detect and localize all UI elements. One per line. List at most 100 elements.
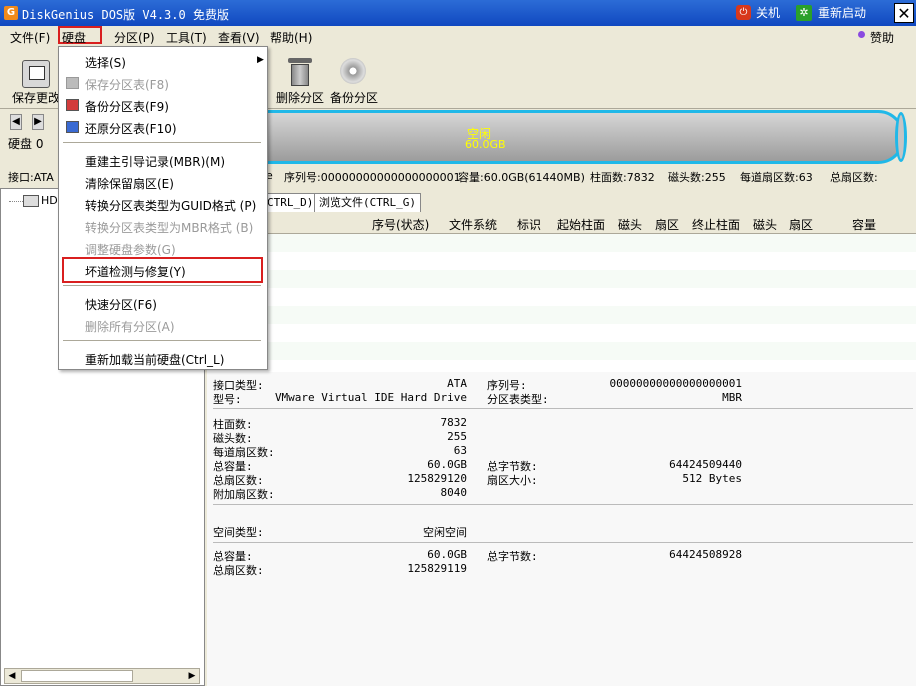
disk-dropdown-menu: 选择(S) ▶ 保存分区表(F8) 备份分区表(F9) 还原分区表(F10) 重… (58, 46, 268, 370)
menu-item-quick-partition[interactable]: 快速分区(F6) (85, 296, 157, 313)
menu-bar: 文件(F) 分区(P) 工具(T) 查看(V) 帮助(H) 赞助 (0, 26, 916, 46)
col-start-cyl[interactable]: 起始柱面 (557, 216, 605, 233)
detail-value: 125829119 (407, 562, 467, 575)
detail-value: 64424508928 (669, 548, 742, 561)
next-disk-icon[interactable]: ▶ (32, 114, 44, 130)
menu-view[interactable]: 查看(V) (218, 29, 260, 46)
save-table-icon (66, 77, 79, 89)
col-index[interactable]: 序号(状态) (372, 216, 429, 233)
donate-icon (858, 31, 865, 38)
disk-map[interactable]: 空闲 60.0GB (265, 110, 910, 166)
divider (213, 408, 913, 409)
menu-tools[interactable]: 工具(T) (166, 29, 207, 46)
detail-value: 60.0GB (427, 548, 467, 561)
table-row (207, 306, 916, 324)
detail-label: 型号: (213, 393, 242, 406)
submenu-arrow-icon: ▶ (257, 55, 264, 65)
restart-icon[interactable]: ✲ (796, 5, 812, 21)
free-space-block[interactable] (265, 110, 905, 164)
col-end-cyl[interactable]: 终止柱面 (692, 216, 740, 233)
col-end-head[interactable]: 磁头 (753, 216, 777, 233)
highlight-box (62, 257, 263, 283)
detail-label: 扇区大小: (487, 474, 538, 487)
save-changes-button[interactable]: 保存更改 (12, 89, 60, 106)
detail-value: 7832 (440, 416, 468, 429)
close-button[interactable]: ✕ (894, 3, 914, 23)
app-logo-icon: G (4, 6, 18, 20)
divider (213, 504, 913, 505)
title-bar: G DiskGenius DOS版 V4.3.0 免费版 ⏻ 关机 ✲ 重新启动… (0, 0, 916, 26)
menu-separator (63, 285, 261, 286)
menu-item-reload-disk[interactable]: 重新加载当前硬盘(Ctrl_L) (85, 351, 224, 368)
menu-item-select[interactable]: 选择(S) (85, 54, 126, 71)
detail-value: 255 (447, 430, 467, 443)
cylinders-info: 柱面数:7832 (590, 171, 655, 184)
disc-backup-icon (340, 58, 366, 84)
heads-info: 磁头数:255 (668, 171, 726, 184)
detail-value: 125829120 (407, 472, 467, 485)
col-end-sector[interactable]: 扇区 (789, 216, 813, 233)
detail-label: 总扇区数: (213, 564, 264, 577)
detail-value: VMware Virtual IDE Hard Drive (274, 391, 467, 404)
detail-label: 附加扇区数: (213, 488, 275, 501)
table-row (207, 342, 916, 360)
detail-value: 64424509440 (669, 458, 742, 471)
delete-partition-button[interactable]: 删除分区 (276, 89, 324, 106)
detail-value: 60.0GB (427, 458, 467, 471)
scroll-right-icon[interactable]: ▶ (185, 669, 199, 683)
tab-browse-files[interactable]: 浏览文件(CTRL_G) (314, 193, 421, 212)
menu-item-adjust-params: 调整硬盘参数(G) (85, 243, 176, 257)
detail-label: 空间类型: (213, 526, 264, 539)
detail-label: 总字节数: (487, 550, 538, 563)
detail-value: 00000000000000000001 (609, 377, 742, 390)
detail-value: 空闲空间 (423, 526, 467, 539)
scroll-thumb[interactable] (21, 670, 133, 682)
scroll-left-icon[interactable]: ◀ (5, 669, 19, 683)
disk-cylinder-end (895, 112, 907, 162)
detail-value: 8040 (440, 486, 468, 499)
backup-partition-button[interactable]: 备份分区 (330, 89, 378, 106)
spt-info: 每道扇区数:63 (740, 171, 813, 184)
total-sectors-info: 总扇区数: (830, 171, 878, 184)
menu-item-restore-ptable[interactable]: 还原分区表(F10) (85, 120, 177, 137)
prev-disk-icon[interactable]: ◀ (10, 114, 22, 130)
detail-value: 63 (453, 444, 467, 457)
backup-table-icon (66, 99, 79, 111)
tab-partition-params[interactable]: CTRL_D) (262, 193, 319, 212)
menu-item-delete-all: 删除所有分区(A) (85, 320, 175, 334)
capacity-info: 容量:60.0GB(61440MB) (458, 171, 585, 184)
menu-donate[interactable]: 赞助 (870, 29, 894, 46)
menu-separator (63, 142, 261, 143)
detail-label: 分区表类型: (487, 393, 549, 406)
detail-value: MBR (722, 391, 742, 404)
restore-table-icon (66, 121, 79, 133)
tree-line (9, 201, 23, 203)
interface-label: 接口:ATA (8, 171, 54, 184)
horizontal-scrollbar[interactable]: ◀ ▶ (4, 668, 200, 684)
menu-file[interactable]: 文件(F) (10, 29, 50, 46)
menu-help[interactable]: 帮助(H) (270, 29, 312, 46)
col-capacity[interactable]: 容量 (852, 216, 876, 233)
menu-item-rebuild-mbr[interactable]: 重建主引导记录(MBR)(M) (85, 153, 225, 170)
menu-item-clear-reserved[interactable]: 清除保留扇区(E) (85, 175, 174, 192)
window-title: DiskGenius DOS版 V4.3.0 免费版 (22, 8, 229, 22)
table-row (207, 234, 916, 252)
power-icon[interactable]: ⏻ (736, 5, 751, 20)
menu-partition[interactable]: 分区(P) (114, 29, 155, 46)
menu-disk[interactable]: 硬盘(D) (58, 26, 102, 60)
trash-icon (288, 58, 312, 86)
restart-button[interactable]: 重新启动 (818, 4, 866, 21)
menu-item-backup-ptable[interactable]: 备份分区表(F9) (85, 98, 169, 115)
menu-item-convert-guid[interactable]: 转换分区表类型为GUID格式 (P) (85, 197, 256, 214)
col-start-sector[interactable]: 扇区 (655, 216, 679, 233)
divider (213, 542, 913, 543)
col-start-head[interactable]: 磁头 (618, 216, 642, 233)
shutdown-button[interactable]: 关机 (756, 4, 780, 21)
col-filesystem[interactable]: 文件系统 (449, 216, 497, 233)
detail-value: 512 Bytes (682, 472, 742, 485)
disk-number-label: 硬盘 0 (8, 137, 44, 151)
serial-info: 序列号:00000000000000000001 (284, 171, 461, 184)
save-icon (22, 60, 50, 88)
col-flag[interactable]: 标识 (517, 216, 541, 233)
disk-details: 接口类型: ATA 序列号: 00000000000000000001 型号: … (207, 372, 916, 686)
